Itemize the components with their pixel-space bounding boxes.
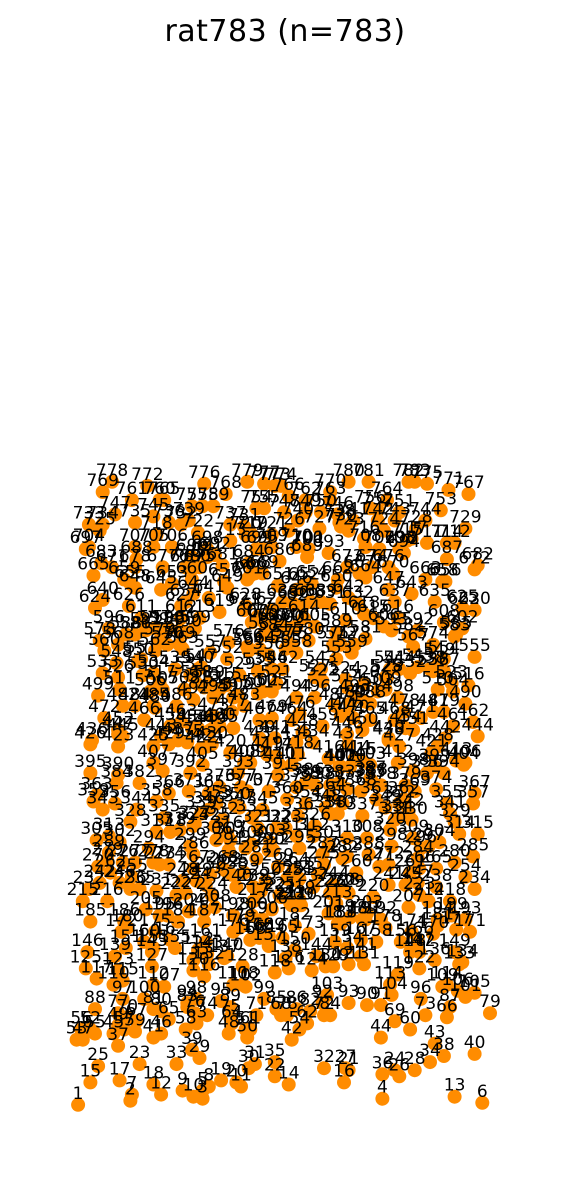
point-label: 682 bbox=[461, 544, 493, 564]
point-label: 13 bbox=[444, 1076, 466, 1096]
point-label: 114 bbox=[431, 964, 463, 984]
point-label: 6 bbox=[477, 1082, 488, 1102]
scatter-plot: 1 2 3 4567 89101112 131415 1617 18 1920212223 242… bbox=[66, 461, 501, 1112]
point-label: 1 bbox=[73, 1084, 84, 1104]
point-label: 576 bbox=[212, 622, 244, 642]
point-label: 146 bbox=[71, 931, 103, 951]
point-label: 390 bbox=[102, 754, 134, 774]
point-label: 18 bbox=[143, 1064, 165, 1084]
point-label: 596 bbox=[93, 607, 125, 627]
point-label: 88 bbox=[84, 988, 106, 1008]
point-label: 205 bbox=[130, 888, 162, 908]
point-label: 32 bbox=[313, 1047, 335, 1067]
point-label: 103 bbox=[311, 974, 343, 994]
point-label: 310 bbox=[331, 817, 363, 837]
point-label: 56 bbox=[70, 1009, 92, 1029]
point-label: 39 bbox=[181, 1029, 203, 1049]
point-label: 86 bbox=[286, 988, 308, 1008]
point-label: 79 bbox=[479, 992, 501, 1012]
point-label: 23 bbox=[129, 1043, 151, 1063]
point-label: 625 bbox=[446, 587, 478, 607]
point-label: 772 bbox=[131, 465, 163, 485]
point-label: 555 bbox=[458, 636, 490, 656]
point-label: 27 bbox=[335, 1047, 357, 1067]
point-label: 764 bbox=[371, 479, 403, 499]
point-label: 40 bbox=[464, 1033, 486, 1053]
point-label: 367 bbox=[458, 772, 490, 792]
point-label: 783 bbox=[398, 461, 430, 481]
point-label: 4 bbox=[377, 1078, 388, 1098]
point-label: 35 bbox=[264, 1041, 286, 1061]
point-label: 25 bbox=[87, 1045, 109, 1065]
point-label: 185 bbox=[74, 901, 106, 921]
point-label: 628 bbox=[229, 585, 261, 605]
point-label: 779 bbox=[231, 461, 263, 481]
point-label: 481 bbox=[417, 691, 449, 711]
point-label: 776 bbox=[188, 463, 220, 483]
point-label: 112 bbox=[137, 964, 169, 984]
point-label: 111 bbox=[217, 964, 249, 984]
point-label: 10 bbox=[183, 1076, 205, 1096]
point-label: 778 bbox=[96, 461, 128, 481]
point-label: 729 bbox=[449, 508, 481, 528]
point-label: 395 bbox=[74, 752, 106, 772]
point-label: 31 bbox=[244, 1043, 266, 1063]
point-label: 43 bbox=[424, 1023, 446, 1043]
point-label: 98 bbox=[186, 978, 208, 998]
point-label: 149 bbox=[438, 931, 470, 951]
point-label: 663 bbox=[409, 559, 441, 579]
point-label: 268 bbox=[206, 848, 238, 868]
point-label: 17 bbox=[109, 1059, 131, 1079]
point-label: 389 bbox=[289, 762, 321, 782]
point-label: 371 bbox=[173, 770, 205, 790]
point-label: 36 bbox=[372, 1053, 394, 1073]
point-label: 781 bbox=[352, 461, 384, 481]
point-label: 285 bbox=[457, 835, 489, 855]
point-label: 462 bbox=[457, 701, 489, 721]
labels-layer: 1 2 3 4567 89101112 131415 1617 18 1920212223 242… bbox=[66, 461, 501, 1104]
